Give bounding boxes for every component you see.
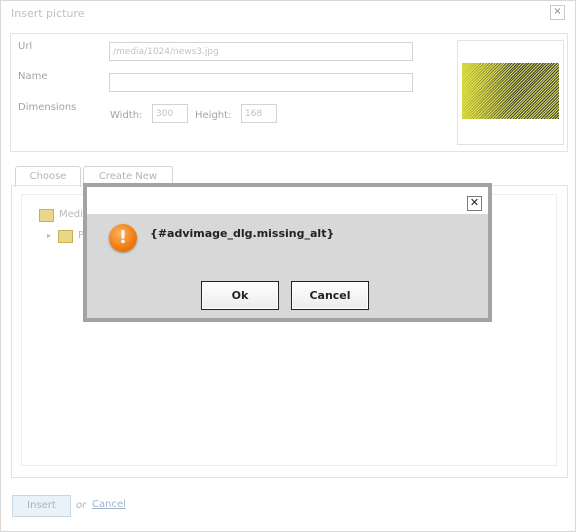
alert-message: {#advimage_dlg.missing_alt} <box>150 227 335 240</box>
dimensions-label: Dimensions <box>18 102 77 113</box>
name-label: Name <box>18 71 48 82</box>
alert-cancel-button[interactable]: Cancel <box>291 281 369 310</box>
image-preview-frame <box>457 40 564 145</box>
url-label: Url <box>18 41 33 52</box>
image-preview <box>462 63 559 119</box>
dialog-close-icon[interactable]: × <box>550 5 565 20</box>
insert-button[interactable]: Insert <box>12 495 71 517</box>
folder-icon <box>39 209 54 222</box>
warning-icon: ! <box>109 224 137 252</box>
height-input[interactable]: 168 <box>241 104 277 123</box>
tab-choose[interactable]: Choose <box>15 166 81 187</box>
url-input[interactable]: /media/1024/news3.jpg <box>109 42 413 61</box>
cancel-link[interactable]: Cancel <box>92 499 126 510</box>
ok-button[interactable]: Ok <box>201 281 279 310</box>
alert-titlebar <box>87 187 488 214</box>
width-label: Width: <box>110 110 143 121</box>
folder-icon <box>58 230 73 243</box>
or-text: or <box>76 500 87 511</box>
width-input[interactable]: 300 <box>152 104 188 123</box>
name-input[interactable] <box>109 73 413 92</box>
alert-dialog: ✕ ! {#advimage_dlg.missing_alt} Ok Cance… <box>83 183 492 322</box>
dialog-title: Insert picture <box>11 7 85 20</box>
height-label: Height: <box>195 110 232 121</box>
expand-icon[interactable]: ▸ <box>47 231 51 240</box>
alert-close-icon[interactable]: ✕ <box>467 196 482 211</box>
